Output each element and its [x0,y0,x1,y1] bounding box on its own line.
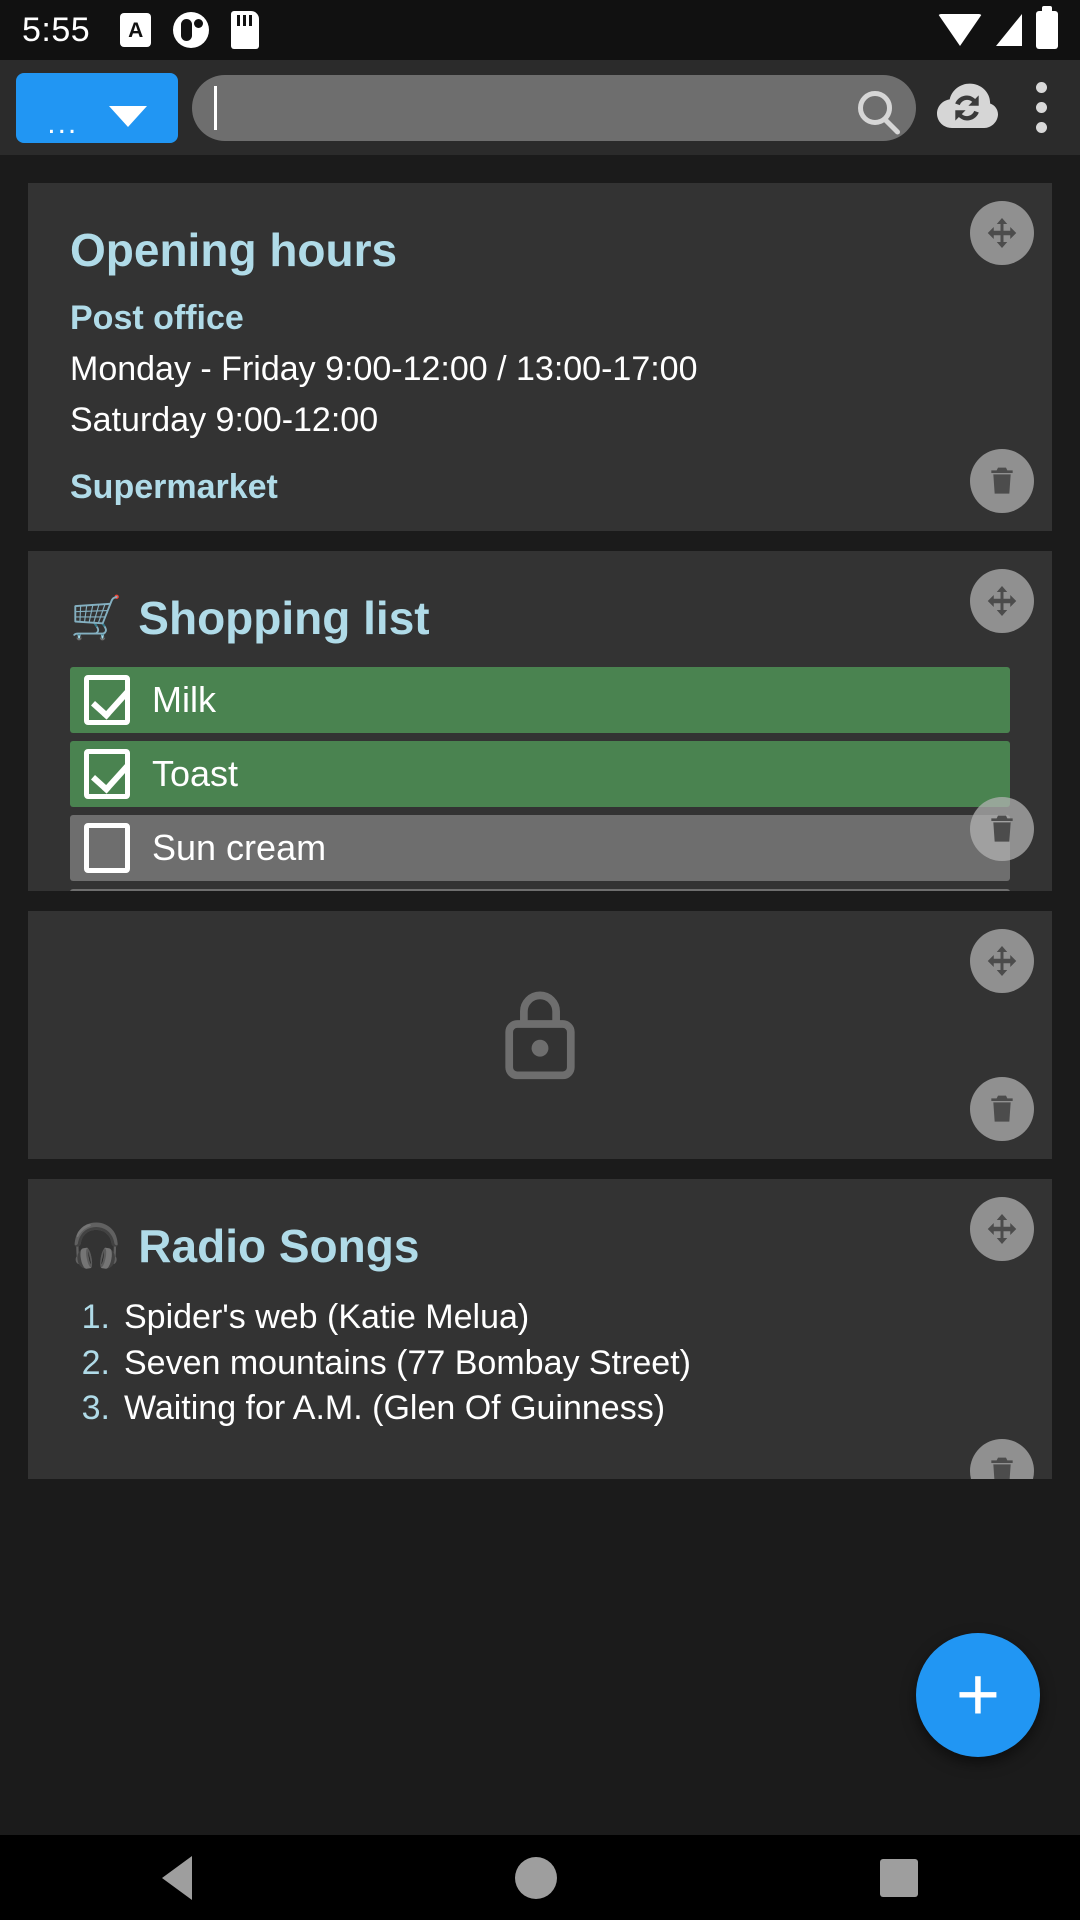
note-move-handle[interactable] [970,201,1034,265]
note-card-radio-songs[interactable]: 🎧 Radio Songs 1. Spider's web (Katie Mel… [28,1179,1052,1479]
list-item-label: Waiting for A.M. (Glen Of Guinness) [124,1389,666,1428]
notes-board: Opening hours Post office Monday - Frida… [0,155,1080,1835]
search-icon[interactable] [858,90,892,125]
note-subheading-2: Supermarket [70,468,278,506]
note-card-locked[interactable] [28,911,1052,1159]
checkbox-checked-icon[interactable] [84,675,130,725]
home-circle-icon[interactable] [514,1856,557,1899]
kebab-dot [1035,82,1047,93]
add-note-fab[interactable]: + [916,1633,1040,1757]
status-icons-left: A [120,11,260,49]
list-item-number: 1. [81,1298,110,1336]
note-title-text: Shopping list [138,592,430,644]
checklist-item[interactable]: Sun cream [70,815,1010,881]
cellular-signal-icon [996,14,1022,46]
note-title: 🛒 Shopping list [70,591,1010,645]
list-item-number: 3. [81,1389,110,1428]
list-item: 1. Spider's web (Katie Melua) [70,1295,1010,1341]
system-navigation-bar [0,1835,1080,1920]
status-clock: 5:55 [22,10,91,49]
filter-dropdown-button[interactable]: ... [16,72,178,143]
filter-dropdown-label: ... [47,106,79,140]
note-subheading: Post office [70,299,244,337]
kebab-dot [1035,102,1047,113]
note-move-handle[interactable] [970,1197,1034,1261]
checkbox-checked-icon[interactable] [84,749,130,799]
list-item-label: Spider's web (Katie Melua) [124,1298,530,1336]
list-item: 3. Waiting for A.M. (Glen Of Guinness) [70,1386,1010,1432]
sd-card-icon [231,11,260,49]
wifi-icon [938,14,982,46]
note-body: 🛒 Shopping list Milk Toast Sun cream [28,551,1052,891]
chevron-down-icon [108,105,147,127]
note-card-shopping-list[interactable]: 🛒 Shopping list Milk Toast Sun cream [28,551,1052,891]
checkbox-unchecked-icon[interactable] [84,823,130,873]
search-input[interactable] [192,74,916,141]
note-delete-button[interactable] [970,449,1034,513]
recents-square-icon[interactable] [880,1858,919,1897]
kebab-dot [1035,122,1047,133]
shopping-cart-icon: 🛒 [70,593,123,641]
note-title: Opening hours [70,224,398,276]
list-item-number: 2. [81,1343,110,1382]
note-move-handle[interactable] [970,569,1034,633]
note-body: Opening hours Post office Monday - Frida… [28,183,1052,531]
lock-icon [505,991,575,1080]
note-move-handle[interactable] [970,929,1034,993]
note-delete-button[interactable] [970,1077,1034,1141]
text-caret [214,85,217,130]
song-list: 1. Spider's web (Katie Melua) 2. Seven m… [70,1295,1010,1432]
status-icons-right [938,6,1058,49]
list-item: 2. Seven mountains (77 Bombay Street) [70,1341,1010,1387]
battery-icon [1036,6,1058,49]
back-triangle-icon[interactable] [161,1855,192,1900]
note-card-opening-hours[interactable]: Opening hours Post office Monday - Frida… [28,183,1052,531]
note-line: Monday - Friday 9:00-12:00 / 13:00-17:00 [70,350,698,388]
status-bar: 5:55 A [0,0,1080,60]
checklist-item[interactable]: Toast [70,741,1010,807]
checklist-item[interactable]: Milk [70,667,1010,733]
checklist-item-label: Sun cream [152,827,327,868]
app-toolbar: ... [0,60,1080,155]
checklist-item-label: Toast [152,753,239,794]
checklist-item[interactable] [70,889,1010,891]
note-delete-button[interactable] [970,797,1034,861]
headphones-icon: 🎧 [70,1221,123,1269]
more-vertical-icon[interactable] [1018,71,1064,145]
note-body: 🎧 Radio Songs 1. Spider's web (Katie Mel… [28,1179,1052,1456]
circle-avatar-icon [173,12,210,48]
cloud-sync-icon[interactable] [930,71,1004,145]
a-box-icon: A [120,13,152,47]
note-line: Saturday 9:00-12:00 [70,401,379,439]
checklist-item-label: Milk [152,679,216,720]
note-title-text: Radio Songs [138,1220,420,1272]
list-item-label: Seven mountains (77 Bombay Street) [124,1343,691,1382]
note-title: 🎧 Radio Songs [70,1219,1010,1273]
